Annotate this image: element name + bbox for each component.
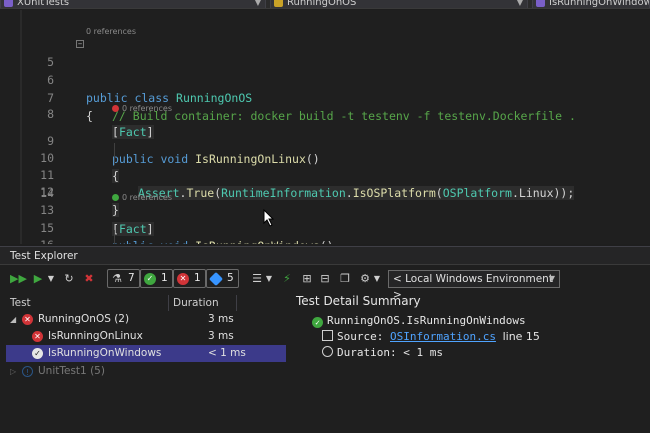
playlist-icon[interactable]: ☰	[250, 270, 264, 288]
column-header-test[interactable]: Test	[10, 295, 31, 311]
code-line-12[interactable]: 12 }	[0, 165, 650, 217]
flask-icon: ⚗	[112, 272, 122, 285]
live-unit-testing-icon[interactable]: ⚡	[280, 270, 294, 288]
test-row-unittest1[interactable]: ▷ ! UnitTest1 (5)	[6, 363, 286, 380]
test-row-group[interactable]: ◢ ✕ RunningOnOS (2) 3 ms	[6, 311, 286, 328]
settings-gear-icon[interactable]: ⚙	[358, 270, 372, 288]
test-name: UnitTest1 (5)	[38, 365, 105, 377]
collapse-icon[interactable]: −	[76, 40, 84, 48]
detail-test-name-text: RunningOnOS.IsRunningOnWindows	[327, 314, 526, 327]
column-separator[interactable]	[236, 295, 237, 311]
run-tests-icon[interactable]: ▶	[32, 270, 44, 288]
test-explorer-panel: Test Explorer ▶▶ ▶ ▼ ↻ ✖ ⚗ 7 ✓ 1 ✕ 1 5 ☰…	[0, 246, 650, 433]
run-dropdown-icon[interactable]: ▼	[46, 270, 56, 288]
failed-icon	[112, 105, 119, 112]
chevron-down-icon: ▼	[548, 274, 555, 283]
detail-source-label: Source:	[337, 330, 384, 343]
environment-select[interactable]: < Local Windows Environment > ▼	[388, 270, 560, 301]
clock-icon	[322, 346, 333, 357]
detail-duration: Duration: < 1 ms	[322, 345, 443, 361]
failed-icon: ✕	[32, 331, 43, 342]
passed-icon: ✓	[32, 348, 43, 359]
code-line-15[interactable]: 15 public void IsRunningOnWindows()	[0, 201, 650, 244]
failed-tests-count: 1	[194, 272, 201, 284]
passed-icon	[112, 194, 119, 201]
test-duration: 3 ms	[208, 313, 234, 325]
test-name: IsRunningOnWindows	[48, 347, 162, 359]
member-dropdown[interactable]: IsRunningOnWindows	[532, 0, 650, 8]
test-detail-summary-title: Test Detail Summary	[296, 294, 421, 308]
column-header-duration[interactable]: Duration	[173, 295, 219, 311]
not-run-tests-badge[interactable]: 5	[206, 269, 239, 288]
source-line: line 15	[502, 330, 540, 343]
detail-test-name: ✓ RunningOnOS.IsRunningOnWindows	[312, 313, 526, 329]
code-line-6[interactable]: 6 // Build container: docker build -t te…	[0, 53, 650, 123]
codelens-linux[interactable]: 0 references	[112, 104, 172, 114]
chevron-down-icon: ▼	[254, 0, 261, 7]
detail-duration-label: Duration:	[337, 346, 397, 359]
group-by-icon[interactable]: ❐	[338, 270, 352, 288]
code-line-11[interactable]: 11 Assert.True(RuntimeInformation.IsOSPl…	[0, 148, 650, 200]
test-duration: < 1 ms	[208, 347, 246, 359]
codelens-linux-label: 0 references	[122, 104, 172, 113]
code-line-10[interactable]: 10 {	[0, 131, 650, 183]
navigation-bar: XUnitTests ▼ RunningOnOS ▼ IsRunningOnWi…	[0, 0, 650, 9]
detail-source: Source: OSInformation.cs line 15	[322, 329, 540, 345]
run-failed-tests-icon[interactable]: ✖	[82, 270, 96, 288]
indent-guide	[114, 230, 115, 244]
line-number: 14	[40, 186, 54, 200]
playlist-dropdown-icon[interactable]: ▼	[264, 270, 274, 288]
passed-tests-badge[interactable]: ✓ 1	[140, 269, 173, 288]
indent-guide	[114, 143, 115, 165]
code-line-17[interactable]: 17 Assert.True(RuntimeInformation.IsOSPl…	[0, 234, 650, 244]
code-line-8[interactable]: 8 [Fact]	[0, 87, 650, 139]
test-name: RunningOnOS (2)	[38, 313, 130, 325]
expand-all-icon[interactable]: ⊞	[300, 270, 314, 288]
chevron-down-icon: ▼	[516, 0, 523, 7]
expand-caret-icon[interactable]: ◢	[10, 311, 16, 328]
class-dropdown[interactable]: RunningOnOS ▼	[270, 0, 528, 8]
settings-dropdown-icon[interactable]: ▼	[372, 270, 382, 288]
test-duration: 3 ms	[208, 330, 234, 342]
code-line-5[interactable]: 5 − public class RunningOnOS	[0, 35, 650, 105]
method-icon	[536, 0, 545, 7]
code-editor[interactable]: 0 references 5 − public class RunningOnO…	[0, 10, 650, 244]
test-row-linux[interactable]: ✕ IsRunningOnLinux 3 ms	[6, 328, 286, 345]
run-all-tests-icon[interactable]: ▶▶	[10, 270, 27, 288]
source-file-icon	[322, 330, 333, 341]
repeat-last-run-icon[interactable]: ↻	[62, 270, 76, 288]
not-run-icon	[208, 271, 224, 287]
failed-icon: ✕	[22, 314, 33, 325]
test-explorer-title: Test Explorer	[0, 247, 650, 265]
test-name: IsRunningOnLinux	[48, 330, 143, 342]
project-icon	[4, 0, 13, 7]
collapsed-caret-icon[interactable]: ▷	[10, 363, 16, 380]
code-line-14[interactable]: 14 [Fact]	[0, 184, 650, 236]
passed-icon: ✓	[144, 273, 156, 285]
mouse-cursor-icon	[263, 209, 275, 227]
passed-tests-count: 1	[161, 272, 168, 284]
passed-icon: ✓	[312, 317, 323, 328]
collapse-all-icon[interactable]: ⊟	[318, 270, 332, 288]
project-dropdown[interactable]: XUnitTests ▼	[0, 0, 266, 8]
failed-icon: ✕	[177, 273, 189, 285]
class-dropdown-label: RunningOnOS	[287, 0, 357, 8]
detail-duration-value: < 1 ms	[403, 346, 443, 359]
project-dropdown-label: XUnitTests	[17, 0, 70, 8]
failed-tests-badge[interactable]: ✕ 1	[173, 269, 206, 288]
source-file-link[interactable]: OSInformation.cs	[390, 330, 496, 343]
total-tests-count: 7	[128, 272, 135, 284]
test-explorer-toolbar: ▶▶ ▶ ▼ ↻ ✖ ⚗ 7 ✓ 1 ✕ 1 5 ☰ ▼ ⚡ ⊞ ⊟ ❐ ⚙ ▼…	[0, 267, 650, 301]
total-tests-badge[interactable]: ⚗ 7	[107, 269, 140, 288]
class-icon	[274, 0, 283, 7]
test-row-windows[interactable]: ✓ IsRunningOnWindows < 1 ms	[6, 345, 286, 362]
member-dropdown-label: IsRunningOnWindows	[549, 0, 650, 8]
not-run-icon: !	[22, 366, 33, 377]
column-separator[interactable]	[168, 295, 169, 311]
code-line-9[interactable]: 9 public void IsRunningOnLinux()	[0, 114, 650, 166]
not-run-tests-count: 5	[227, 272, 234, 284]
